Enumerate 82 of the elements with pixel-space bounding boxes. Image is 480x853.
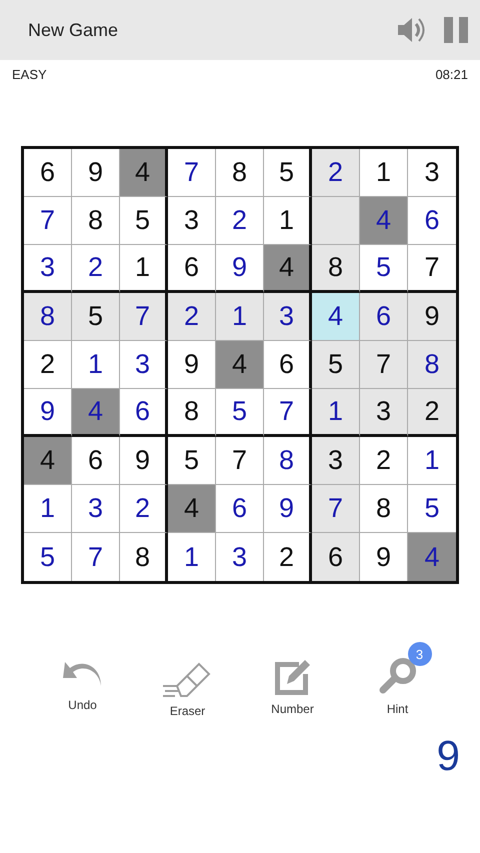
sudoku-cell[interactable]: 6 bbox=[24, 149, 72, 197]
sudoku-cell[interactable]: 2 bbox=[72, 245, 120, 293]
difficulty-label: EASY bbox=[12, 67, 47, 82]
undo-button[interactable]: Undo bbox=[42, 642, 122, 718]
timer: 08:21 bbox=[435, 67, 468, 82]
sudoku-cell[interactable] bbox=[312, 197, 360, 245]
sudoku-cell[interactable]: 9 bbox=[24, 389, 72, 437]
sudoku-cell[interactable]: 9 bbox=[120, 437, 168, 485]
current-number: 9 bbox=[436, 732, 460, 780]
sudoku-cell[interactable]: 3 bbox=[168, 197, 216, 245]
sudoku-cell[interactable]: 2 bbox=[24, 341, 72, 389]
sudoku-cell[interactable]: 3 bbox=[360, 389, 408, 437]
sudoku-cell[interactable]: 3 bbox=[24, 245, 72, 293]
search-icon bbox=[376, 656, 418, 696]
sudoku-cell[interactable]: 8 bbox=[312, 245, 360, 293]
sudoku-cell[interactable]: 8 bbox=[408, 341, 456, 389]
sudoku-cell[interactable]: 9 bbox=[408, 293, 456, 341]
sudoku-cell[interactable]: 6 bbox=[120, 389, 168, 437]
sudoku-cell[interactable]: 8 bbox=[24, 293, 72, 341]
sudoku-cell[interactable]: 6 bbox=[264, 341, 312, 389]
sudoku-cell[interactable]: 2 bbox=[216, 197, 264, 245]
pause-icon bbox=[444, 17, 468, 43]
sudoku-cell[interactable]: 4 bbox=[312, 293, 360, 341]
sudoku-cell[interactable]: 6 bbox=[168, 245, 216, 293]
sudoku-cell[interactable]: 8 bbox=[72, 197, 120, 245]
sudoku-cell[interactable]: 2 bbox=[168, 293, 216, 341]
sudoku-cell[interactable]: 6 bbox=[72, 437, 120, 485]
sudoku-cell[interactable]: 6 bbox=[312, 533, 360, 581]
pause-button[interactable] bbox=[444, 17, 468, 43]
sudoku-cell[interactable]: 4 bbox=[168, 485, 216, 533]
sudoku-cell[interactable]: 1 bbox=[312, 389, 360, 437]
number-button[interactable]: Number bbox=[252, 642, 332, 718]
sudoku-cell[interactable]: 3 bbox=[312, 437, 360, 485]
sudoku-cell[interactable]: 5 bbox=[312, 341, 360, 389]
sudoku-cell[interactable]: 5 bbox=[120, 197, 168, 245]
sudoku-cell[interactable]: 8 bbox=[264, 437, 312, 485]
sudoku-cell[interactable]: 4 bbox=[120, 149, 168, 197]
eraser-button[interactable]: Eraser bbox=[148, 642, 228, 718]
sudoku-cell[interactable]: 3 bbox=[264, 293, 312, 341]
sudoku-cell[interactable]: 2 bbox=[408, 389, 456, 437]
sudoku-cell[interactable]: 4 bbox=[264, 245, 312, 293]
sudoku-cell[interactable]: 2 bbox=[312, 149, 360, 197]
hint-count-badge: 3 bbox=[408, 642, 432, 666]
sudoku-cell[interactable]: 6 bbox=[216, 485, 264, 533]
sudoku-cell[interactable]: 9 bbox=[216, 245, 264, 293]
sudoku-cell[interactable]: 5 bbox=[360, 245, 408, 293]
sudoku-cell[interactable]: 6 bbox=[360, 293, 408, 341]
sudoku-cell[interactable]: 7 bbox=[264, 389, 312, 437]
sudoku-cell[interactable]: 2 bbox=[360, 437, 408, 485]
sudoku-cell[interactable]: 5 bbox=[168, 437, 216, 485]
sudoku-cell[interactable]: 5 bbox=[264, 149, 312, 197]
sudoku-cell[interactable]: 7 bbox=[168, 149, 216, 197]
sudoku-cell[interactable]: 7 bbox=[360, 341, 408, 389]
sudoku-cell[interactable]: 5 bbox=[216, 389, 264, 437]
sudoku-cell[interactable]: 1 bbox=[216, 293, 264, 341]
sound-button[interactable] bbox=[396, 15, 426, 45]
sudoku-cell[interactable]: 9 bbox=[264, 485, 312, 533]
sudoku-cell[interactable]: 1 bbox=[72, 341, 120, 389]
sudoku-cell[interactable]: 1 bbox=[24, 485, 72, 533]
sudoku-cell[interactable]: 1 bbox=[360, 149, 408, 197]
sudoku-cell[interactable]: 8 bbox=[168, 389, 216, 437]
sudoku-cell[interactable]: 9 bbox=[72, 149, 120, 197]
sudoku-cell[interactable]: 1 bbox=[264, 197, 312, 245]
sudoku-cell[interactable]: 7 bbox=[312, 485, 360, 533]
sudoku-cell[interactable]: 3 bbox=[120, 341, 168, 389]
sudoku-cell[interactable]: 7 bbox=[120, 293, 168, 341]
sudoku-cell[interactable]: 4 bbox=[72, 389, 120, 437]
sudoku-cell[interactable]: 7 bbox=[24, 197, 72, 245]
hint-button[interactable]: Hint 3 bbox=[358, 642, 438, 718]
sudoku-cell[interactable]: 7 bbox=[216, 437, 264, 485]
sudoku-cell[interactable]: 4 bbox=[408, 533, 456, 581]
speaker-icon bbox=[396, 15, 426, 45]
sudoku-cell[interactable]: 3 bbox=[72, 485, 120, 533]
sudoku-cell[interactable]: 8 bbox=[360, 485, 408, 533]
sudoku-cell[interactable]: 4 bbox=[360, 197, 408, 245]
sudoku-cell[interactable]: 2 bbox=[120, 485, 168, 533]
sudoku-cell[interactable]: 5 bbox=[72, 293, 120, 341]
sudoku-cell[interactable]: 9 bbox=[168, 341, 216, 389]
sudoku-cell[interactable]: 1 bbox=[120, 245, 168, 293]
sudoku-cell[interactable]: 8 bbox=[216, 149, 264, 197]
sudoku-cell[interactable]: 4 bbox=[216, 341, 264, 389]
sudoku-cell[interactable]: 4 bbox=[24, 437, 72, 485]
